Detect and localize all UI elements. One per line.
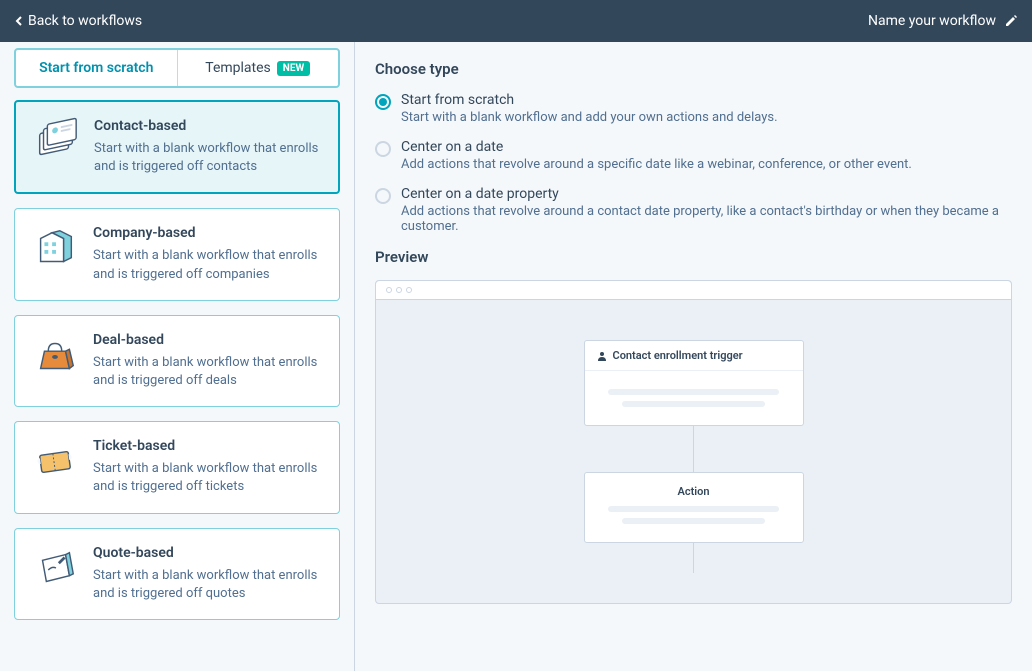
workflow-name[interactable]: Name your workflow — [868, 13, 1018, 29]
option-center-on-date[interactable]: Center on a date Add actions that revolv… — [375, 139, 1012, 172]
chevron-left-icon — [14, 15, 24, 27]
new-badge: NEW — [277, 61, 310, 76]
option-date-label: Center on a date — [401, 139, 1012, 155]
tab-templates[interactable]: Templates NEW — [178, 50, 339, 86]
card-company-title: Company-based — [93, 225, 323, 241]
tab-start-from-scratch[interactable]: Start from scratch — [16, 50, 178, 86]
option-start-from-scratch[interactable]: Start from scratch Start with a blank wo… — [375, 92, 1012, 125]
card-ticket-desc: Start with a blank workflow that enrolls… — [93, 460, 323, 496]
ticket-icon — [31, 438, 79, 486]
company-icon — [31, 225, 79, 273]
left-panel: Start from scratch Templates NEW Contact… — [0, 42, 355, 671]
back-link[interactable]: Back to workflows — [14, 13, 142, 29]
card-quote-based[interactable]: Quote-based Start with a blank workflow … — [14, 528, 340, 620]
preview-heading: Preview — [375, 248, 1012, 266]
tab-group: Start from scratch Templates NEW — [14, 48, 340, 88]
radio-icon — [375, 188, 391, 204]
card-ticket-based[interactable]: Ticket-based Start with a blank workflow… — [14, 421, 340, 513]
card-contact-based[interactable]: Contact-based Start with a blank workflo… — [14, 100, 340, 194]
preview-trigger-label: Contact enrollment trigger — [613, 349, 743, 362]
card-quote-title: Quote-based — [93, 545, 323, 561]
radio-icon — [375, 141, 391, 157]
preview-action-card: Action — [584, 472, 804, 543]
radio-checked-icon — [375, 94, 391, 110]
preview-trigger-card: Contact enrollment trigger — [584, 340, 804, 426]
tab-scratch-label: Start from scratch — [39, 60, 153, 76]
card-ticket-title: Ticket-based — [93, 438, 323, 454]
preview-window-header — [376, 281, 1011, 300]
contact-icon — [32, 118, 80, 166]
deal-icon — [31, 332, 79, 380]
option-date-desc: Add actions that revolve around a specif… — [401, 157, 1012, 172]
card-contact-title: Contact-based — [94, 118, 322, 134]
card-company-based[interactable]: Company-based Start with a blank workflo… — [14, 208, 340, 300]
back-label: Back to workflows — [28, 13, 142, 29]
card-deal-desc: Start with a blank workflow that enrolls… — [93, 354, 323, 390]
card-deal-based[interactable]: Deal-based Start with a blank workflow t… — [14, 315, 340, 407]
option-scratch-desc: Start with a blank workflow and add your… — [401, 110, 1012, 125]
pencil-icon — [1004, 14, 1018, 28]
preview-action-label: Action — [599, 485, 789, 498]
person-icon — [597, 351, 607, 361]
option-dateprop-desc: Add actions that revolve around a contac… — [401, 204, 1012, 234]
choose-type-heading: Choose type — [375, 60, 1012, 78]
right-panel: Choose type Start from scratch Start wit… — [355, 42, 1032, 671]
card-company-desc: Start with a blank workflow that enrolls… — [93, 247, 323, 283]
workflow-name-label: Name your workflow — [868, 13, 996, 29]
card-quote-desc: Start with a blank workflow that enrolls… — [93, 567, 323, 603]
option-center-on-date-property[interactable]: Center on a date property Add actions th… — [375, 186, 1012, 234]
preview-box: Contact enrollment trigger Action — [375, 280, 1012, 604]
tab-templates-label: Templates — [205, 60, 271, 76]
option-scratch-label: Start from scratch — [401, 92, 1012, 108]
quote-icon — [31, 545, 79, 593]
card-deal-title: Deal-based — [93, 332, 323, 348]
card-contact-desc: Start with a blank workflow that enrolls… — [94, 140, 322, 176]
option-dateprop-label: Center on a date property — [401, 186, 1012, 202]
